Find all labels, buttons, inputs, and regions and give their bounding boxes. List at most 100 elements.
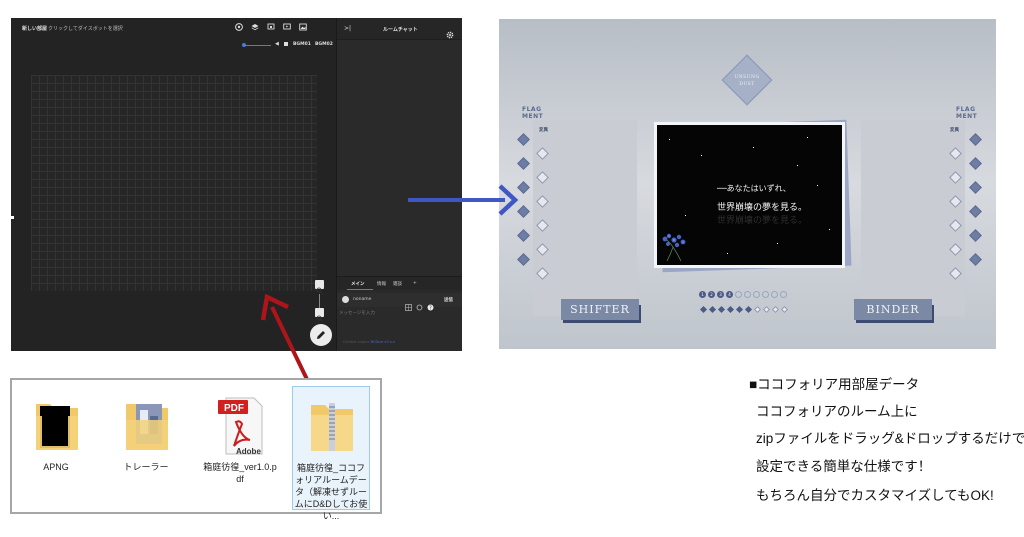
- page-dot-10[interactable]: [780, 291, 787, 298]
- right-flag-line-1: FLAG: [956, 106, 976, 113]
- active-tab-indicator: [347, 289, 373, 290]
- left-filled-diamond: [517, 229, 530, 242]
- chat-header: >| ルームチャット: [337, 18, 462, 40]
- gear-icon[interactable]: [446, 24, 454, 39]
- description-heading: ■ココフォリア用部屋データ: [749, 377, 920, 392]
- footer-link[interactable]: BCDice v3.x.x: [371, 340, 395, 344]
- speaker-icon[interactable]: ◀︎: [275, 41, 279, 47]
- footer-text: Dicebot engine: [343, 340, 370, 344]
- file-item-pdf[interactable]: PDF Adobe 箱庭彷徨_ver1.0.pdf: [202, 386, 278, 510]
- small-diamond-on: [735, 305, 744, 314]
- file-label: 箱庭彷徨_ver1.0.pdf: [203, 462, 277, 484]
- right-filled-diamond: [969, 205, 982, 218]
- page-dot-7[interactable]: [753, 291, 760, 298]
- room-title[interactable]: 新しい部屋: [22, 25, 47, 32]
- drawer-handle[interactable]: [11, 216, 14, 219]
- collapse-icon[interactable]: >|: [344, 25, 351, 32]
- tab-main[interactable]: メイン: [351, 281, 365, 287]
- tab-info[interactable]: 情報: [377, 281, 386, 287]
- page-dot-9[interactable]: [771, 291, 778, 298]
- description-line: zipファイルをドラッグ&ドロップするだけで: [756, 431, 1024, 446]
- file-item-apng[interactable]: APNG: [18, 386, 94, 510]
- left-character-panel: [533, 120, 637, 316]
- description-line: もちろん自分でカスタマイズしてもOK!: [756, 488, 994, 503]
- page-dot-2[interactable]: 2: [708, 291, 715, 298]
- small-diamond-off: [780, 305, 789, 314]
- small-diamond-off: [762, 305, 771, 314]
- right-filled-diamond: [969, 181, 982, 194]
- pdf-badge: PDF: [224, 403, 244, 414]
- star: [817, 185, 818, 186]
- right-filled-diamond: [969, 253, 982, 266]
- character-name-field[interactable]: noname: [353, 297, 371, 302]
- binder-label: BINDER: [866, 303, 920, 316]
- volume-slider[interactable]: [244, 45, 271, 46]
- small-diamond-off: [771, 305, 780, 314]
- small-diamond-off: [753, 305, 762, 314]
- chat-character-row: noname ? 送信: [337, 293, 462, 311]
- page-dot-1[interactable]: 1: [699, 291, 706, 298]
- star: [777, 243, 778, 244]
- image-icon[interactable]: [299, 23, 307, 31]
- stop-icon[interactable]: [284, 42, 288, 46]
- chat-footer: Dicebot engine BCDice v3.x.x: [343, 340, 395, 344]
- small-diamond-on: [726, 305, 735, 314]
- left-filled-diamond: [517, 133, 530, 146]
- file-label: トレーラー: [123, 462, 169, 472]
- cards-icon[interactable]: [267, 23, 275, 31]
- star: [701, 155, 702, 156]
- volume-knob[interactable]: [242, 43, 246, 47]
- file-label: 箱庭彷徨_ココフォリアルームデータ（解凍せずルームにD&Dしてお使い...: [294, 463, 368, 521]
- bgm-label-2[interactable]: BGM02: [315, 42, 333, 47]
- small-diamond-on: [717, 305, 726, 314]
- logo-line-2: DUST: [739, 82, 755, 87]
- page-dot-6[interactable]: [744, 291, 751, 298]
- zoom-slider[interactable]: [319, 294, 320, 308]
- file-explorer: APNG トレーラー PDF Adobe 箱庭彷徨_ver1.0.pdf 箱庭彷…: [10, 378, 382, 521]
- tab-other[interactable]: 雑談: [393, 281, 402, 287]
- message-input[interactable]: [339, 310, 459, 315]
- logo-text: UNSUNG DUST: [725, 74, 769, 88]
- screen-icon[interactable]: [283, 23, 291, 31]
- attach-icon[interactable]: [416, 296, 423, 311]
- small-diamond-on: [708, 305, 717, 314]
- help-icon[interactable]: ?: [427, 296, 434, 311]
- edit-fab-button[interactable]: [310, 324, 332, 346]
- flower-icon: [662, 233, 686, 262]
- scene-text-reflection: 世界崩壊の夢を見る。: [717, 216, 808, 226]
- left-filled-diamond: [517, 253, 530, 266]
- star: [669, 139, 670, 140]
- file-item-trailer[interactable]: トレーラー: [108, 386, 184, 510]
- send-button[interactable]: 送信: [444, 297, 453, 303]
- small-diamond-on: [699, 305, 708, 314]
- chat-tabs: メイン 情報 雑談 +: [337, 276, 462, 290]
- avatar[interactable]: [342, 296, 349, 303]
- zoom-in-button[interactable]: [315, 280, 324, 294]
- grid-icon[interactable]: [405, 296, 412, 311]
- page-dot-5[interactable]: [735, 291, 742, 298]
- folder-images-icon: [126, 404, 168, 450]
- left-flag-line-2: MENT: [522, 113, 544, 120]
- right-flag-line-2: MENT: [956, 113, 978, 120]
- room-preview: UNSUNG DUST FLAG MENT FLAG MENT 変異 変異 SH…: [499, 19, 996, 349]
- scene-screen: ──あなたはいずれ、 世界崩壊の夢を見る。 世界崩壊の夢を見る。: [657, 125, 842, 265]
- star: [797, 165, 798, 166]
- star: [727, 253, 728, 254]
- file-item-zip[interactable]: 箱庭彷徨_ココフォリアルームデータ（解凍せずルームにD&Dしてお使い...: [292, 386, 370, 521]
- bgm-label-1[interactable]: BGM01: [293, 42, 311, 47]
- dicebot-hint[interactable]: クリックしてダイスボットを選択: [48, 25, 123, 32]
- board-area[interactable]: 新しい部屋 クリックしてダイスボットを選択 ◀︎ BGM01 BGM02: [11, 18, 336, 351]
- zoom-out-button[interactable]: [315, 308, 324, 322]
- logo-line-1: UNSUNG: [734, 75, 760, 80]
- left-flag-label: FLAG MENT: [522, 106, 543, 120]
- star: [685, 215, 686, 216]
- page-dot-3[interactable]: 3: [717, 291, 724, 298]
- tab-add[interactable]: +: [413, 281, 417, 286]
- map-grid[interactable]: [31, 75, 317, 291]
- scene-text-line-1: ──あなたはいずれ、: [717, 184, 791, 193]
- page-dot-8[interactable]: [762, 291, 769, 298]
- star: [753, 147, 754, 148]
- page-dot-4[interactable]: 4: [726, 291, 733, 298]
- layers-icon[interactable]: [251, 23, 259, 31]
- palette-icon[interactable]: [235, 23, 243, 31]
